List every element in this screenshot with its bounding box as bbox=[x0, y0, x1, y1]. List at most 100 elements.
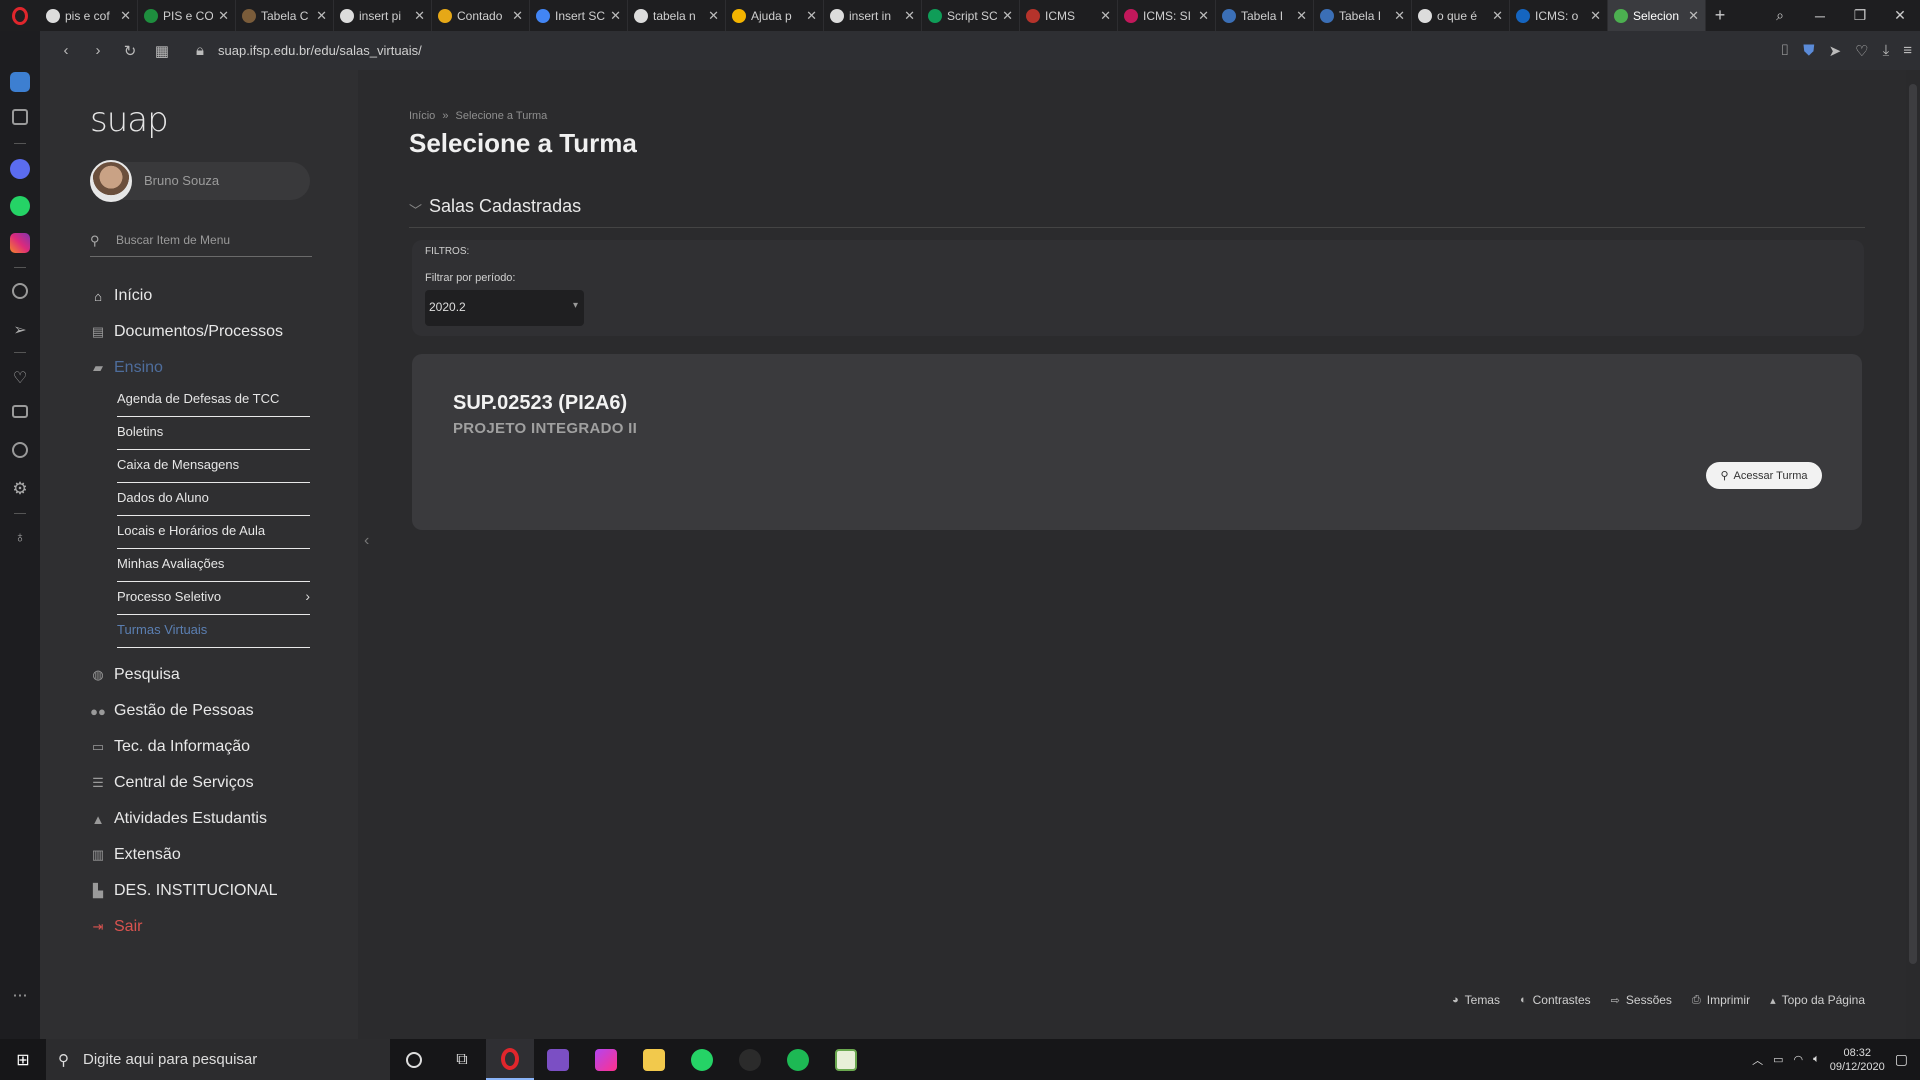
browser-tab[interactable]: Tabela C ✕ bbox=[236, 0, 334, 31]
close-tab-icon[interactable]: ✕ bbox=[512, 8, 523, 24]
sidebar-item-documentos[interactable]: ▤ Documentos/Processos bbox=[90, 320, 283, 344]
more-icon[interactable]: ⋯ bbox=[10, 986, 30, 1006]
sidebar-subitem-processo-seletivo[interactable]: Processo Seletivo › bbox=[117, 582, 310, 615]
browser-tab[interactable]: Tabela I ✕ bbox=[1314, 0, 1412, 31]
download-icon[interactable]: ⤓ bbox=[1883, 42, 1890, 60]
sidebar-item-inicio[interactable]: ⌂ Início bbox=[90, 284, 152, 308]
browser-tab[interactable]: insert in ✕ bbox=[824, 0, 922, 31]
sidebar-subitem-caixa-mensagens[interactable]: Caixa de Mensagens bbox=[117, 450, 310, 483]
sidebar-item-atividades-estudantis[interactable]: ▲ Atividades Estudantis bbox=[90, 807, 267, 831]
minimize-button[interactable]: ─ bbox=[1800, 8, 1840, 24]
sidebar-subitem-avaliacoes[interactable]: Minhas Avaliações bbox=[117, 549, 310, 582]
tab-search-icon[interactable]: ⌕ bbox=[1760, 7, 1800, 24]
sidebar-item-central-servicos[interactable]: ☰ Central de Serviços bbox=[90, 771, 253, 795]
sidebar-subitem-locais-horarios[interactable]: Locais e Horários de Aula bbox=[117, 516, 310, 549]
send-icon[interactable]: ➤ bbox=[1829, 42, 1842, 60]
phpstorm-icon[interactable] bbox=[582, 1039, 630, 1080]
volume-icon[interactable]: 🔈︎ bbox=[1813, 1053, 1820, 1066]
sidebar-item-extensao[interactable]: ▥ Extensão bbox=[90, 843, 181, 867]
user-card[interactable]: Bruno Souza bbox=[90, 160, 310, 202]
taskbar-search-input[interactable] bbox=[81, 1050, 371, 1069]
reload-button[interactable]: ↻ bbox=[114, 42, 146, 60]
close-tab-icon[interactable]: ✕ bbox=[610, 8, 621, 24]
browser-tab[interactable]: ICMS: SI ✕ bbox=[1118, 0, 1216, 31]
footer-link-sessoes[interactable]: ⇨ Sessões bbox=[1611, 993, 1672, 1007]
page-scrollbar[interactable] bbox=[1906, 70, 1920, 1039]
access-class-button[interactable]: ⚲ Acessar Turma bbox=[1706, 462, 1822, 489]
sidebar-item-sair[interactable]: ⇥ Sair bbox=[90, 915, 143, 939]
spotify-icon[interactable] bbox=[774, 1039, 822, 1080]
close-tab-icon[interactable]: ✕ bbox=[1590, 8, 1601, 24]
browser-tab[interactable]: Tabela I ✕ bbox=[1216, 0, 1314, 31]
sidebar-item-ensino[interactable]: ▰ Ensino bbox=[90, 356, 163, 380]
footer-link-topo[interactable]: ▴ Topo da Página bbox=[1770, 993, 1865, 1007]
close-tab-icon[interactable]: ✕ bbox=[1198, 8, 1209, 24]
close-tab-icon[interactable]: ✕ bbox=[806, 8, 817, 24]
footer-link-imprimir[interactable]: ⎙ Imprimir bbox=[1692, 993, 1750, 1007]
messenger-icon[interactable] bbox=[10, 159, 30, 179]
clock[interactable]: 08:32 09/12/2020 bbox=[1830, 1046, 1885, 1074]
battery-icon[interactable]: ▭ bbox=[1773, 1053, 1783, 1066]
chevron-up-icon[interactable]: ︿ bbox=[1752, 1052, 1763, 1068]
close-window-button[interactable]: ✕ bbox=[1880, 7, 1920, 24]
browser-tab[interactable]: tabela n ✕ bbox=[628, 0, 726, 31]
sidebar-subitem-agenda-tcc[interactable]: Agenda de Defesas de TCC bbox=[117, 384, 310, 417]
whatsapp-icon[interactable] bbox=[678, 1039, 726, 1080]
footer-link-temas[interactable]: ◕ Temas bbox=[1452, 993, 1500, 1007]
breadcrumb-home-link[interactable]: Início bbox=[409, 110, 435, 122]
file-explorer-icon[interactable] bbox=[630, 1039, 678, 1080]
browser-tab[interactable]: o que é ✕ bbox=[1412, 0, 1510, 31]
menu-search-input[interactable] bbox=[114, 232, 304, 248]
star-icon[interactable] bbox=[12, 109, 28, 125]
sidebar-subitem-dados-aluno[interactable]: Dados do Aluno bbox=[117, 483, 310, 516]
new-tab-button[interactable]: + bbox=[1706, 5, 1734, 26]
browser-tab[interactable]: Insert SC ✕ bbox=[530, 0, 628, 31]
player-icon[interactable] bbox=[12, 283, 28, 299]
heart-icon[interactable]: ♡ bbox=[10, 368, 30, 388]
taskbar-search[interactable]: ⚲ bbox=[46, 1039, 390, 1080]
forward-button[interactable]: › bbox=[82, 42, 114, 59]
browser-tab[interactable]: ICMS: o ✕ bbox=[1510, 0, 1608, 31]
collapse-sidebar-button[interactable]: ‹ bbox=[364, 532, 369, 550]
browser-tab[interactable]: Contado ✕ bbox=[432, 0, 530, 31]
settings-icon[interactable]: ⚙ bbox=[10, 479, 30, 499]
sidebar-item-pesquisa[interactable]: ◍ Pesquisa bbox=[90, 663, 180, 687]
close-tab-icon[interactable]: ✕ bbox=[1002, 8, 1013, 24]
alienware-icon[interactable] bbox=[726, 1039, 774, 1080]
close-tab-icon[interactable]: ✕ bbox=[1100, 8, 1111, 24]
browser-tab[interactable]: Ajuda p ✕ bbox=[726, 0, 824, 31]
close-tab-icon[interactable]: ✕ bbox=[1394, 8, 1405, 24]
close-tab-icon[interactable]: ✕ bbox=[414, 8, 425, 24]
browser-tab[interactable]: Script SC ✕ bbox=[922, 0, 1020, 31]
opera-menu-button[interactable] bbox=[0, 0, 40, 31]
tabs-icon[interactable] bbox=[12, 405, 28, 418]
browser-tab-active[interactable]: Selecion ✕ bbox=[1608, 0, 1706, 31]
cortana-icon[interactable] bbox=[390, 1039, 438, 1080]
restore-button[interactable]: ❐ bbox=[1840, 7, 1880, 24]
close-tab-icon[interactable]: ✕ bbox=[1492, 8, 1503, 24]
history-icon[interactable] bbox=[12, 442, 28, 458]
close-tab-icon[interactable]: ✕ bbox=[218, 8, 229, 24]
scrollbar-thumb[interactable] bbox=[1909, 84, 1917, 964]
sidebar-item-tec-informacao[interactable]: ▭ Tec. da Informação bbox=[90, 735, 250, 759]
browser-tab[interactable]: ICMS ✕ bbox=[1020, 0, 1118, 31]
close-tab-icon[interactable]: ✕ bbox=[316, 8, 327, 24]
suap-logo[interactable]: suap bbox=[90, 100, 169, 140]
period-select[interactable]: 2020.2 ▾ bbox=[425, 290, 584, 326]
back-button[interactable]: ‹ bbox=[50, 42, 82, 59]
easy-setup-icon[interactable]: ≡ bbox=[1903, 42, 1912, 60]
close-tab-icon[interactable]: ✕ bbox=[1688, 8, 1699, 24]
close-tab-icon[interactable]: ✕ bbox=[708, 8, 719, 24]
start-button[interactable]: ⊞ bbox=[0, 1039, 46, 1080]
browser-tab[interactable]: pis e cof ✕ bbox=[40, 0, 138, 31]
send-icon[interactable]: ➢ bbox=[10, 320, 30, 340]
wifi-icon[interactable]: ◠ bbox=[1793, 1053, 1803, 1066]
lightbulb-icon[interactable]: ♁ bbox=[10, 529, 30, 549]
visual-studio-icon[interactable] bbox=[534, 1039, 582, 1080]
url-field[interactable]: suap.ifsp.edu.br/edu/salas_virtuais/ bbox=[218, 43, 422, 58]
tab-grid-icon[interactable]: ▦ bbox=[146, 42, 178, 60]
opera-taskbar-icon[interactable] bbox=[486, 1039, 534, 1080]
task-view-icon[interactable]: ⧉ bbox=[438, 1039, 486, 1080]
sidebar-subitem-boletins[interactable]: Boletins bbox=[117, 417, 310, 450]
heart-icon[interactable]: ♡ bbox=[1855, 42, 1868, 60]
